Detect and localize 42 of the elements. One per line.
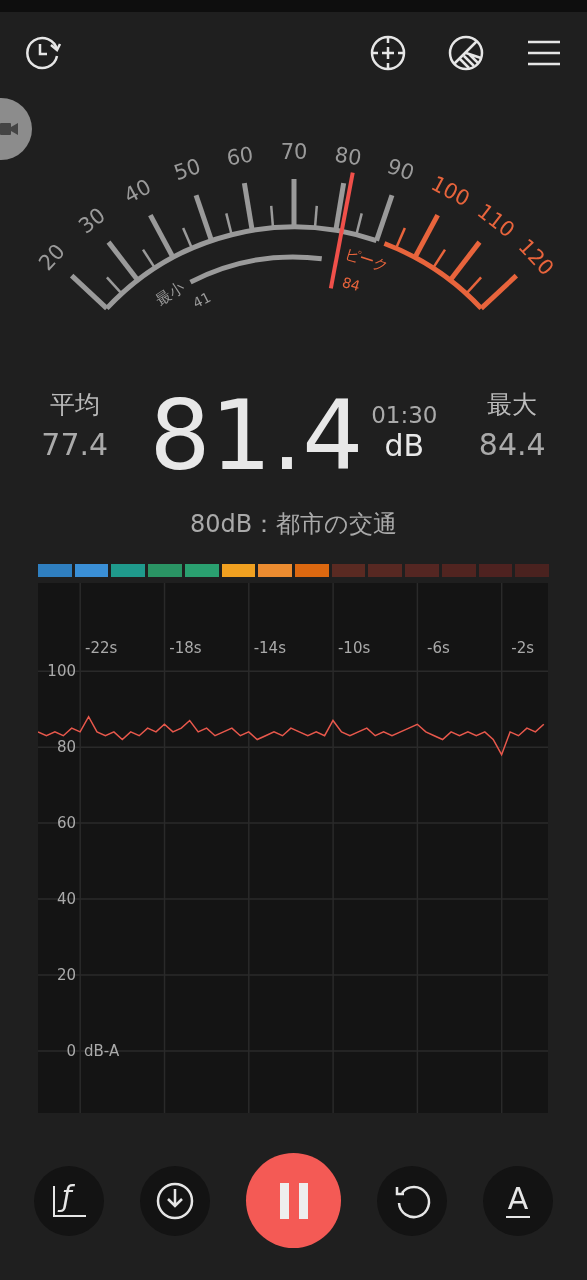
- average-value: 77.4: [41, 427, 109, 462]
- scale-label: 100: [427, 171, 474, 212]
- y-tick-label: 80: [56, 738, 76, 757]
- max-label: 最大: [487, 389, 538, 421]
- y-tick-label: 100: [47, 662, 76, 681]
- x-tick-label: -18s: [169, 639, 202, 657]
- scale-label: 40: [120, 174, 156, 209]
- x-tick-label: -10s: [337, 639, 371, 657]
- pause-icon: [277, 1182, 310, 1219]
- y-tick-label: 40: [56, 890, 76, 909]
- x-tick-label: -14s: [253, 639, 286, 657]
- min-label: 最小: [152, 277, 188, 310]
- scale-label: 90: [384, 154, 418, 186]
- peak-value: 84: [340, 273, 362, 295]
- elapsed-time: 01:30: [371, 402, 438, 428]
- scale-label: 50: [170, 154, 204, 186]
- download-icon: [155, 1180, 195, 1221]
- unit-label: dB: [384, 428, 425, 463]
- max-value: 84.4: [478, 427, 546, 462]
- reference-text: 80dB：都市の交通: [188, 509, 399, 540]
- y-tick-label: 20: [56, 966, 76, 985]
- y-tick-label: 0: [66, 1042, 76, 1061]
- camera-icon: [0, 121, 18, 137]
- font-button[interactable]: A: [483, 1165, 553, 1236]
- series-label: dB-A: [84, 1042, 120, 1061]
- history-icon[interactable]: [24, 34, 62, 72]
- min-value: 41: [190, 288, 214, 312]
- x-tick-label: -6s: [427, 639, 450, 657]
- average-label: 平均: [49, 389, 100, 421]
- x-tick-label: -2s: [511, 639, 535, 657]
- scale-label: 30: [74, 203, 110, 239]
- scale-label: 70: [280, 140, 308, 164]
- peak-label: ピーク: [342, 244, 391, 276]
- current-level: 81.4: [149, 388, 364, 484]
- scale-label: 80: [332, 142, 364, 171]
- crosshair-icon[interactable]: [369, 34, 407, 72]
- y-tick-label: 60: [56, 814, 76, 833]
- striped-circle-icon[interactable]: [447, 34, 485, 72]
- x-tick-label: -22s: [85, 639, 118, 657]
- scale-label: 20: [34, 239, 70, 276]
- scale-label: 60: [224, 142, 256, 171]
- formula-button[interactable]: ƒ: [34, 1165, 104, 1236]
